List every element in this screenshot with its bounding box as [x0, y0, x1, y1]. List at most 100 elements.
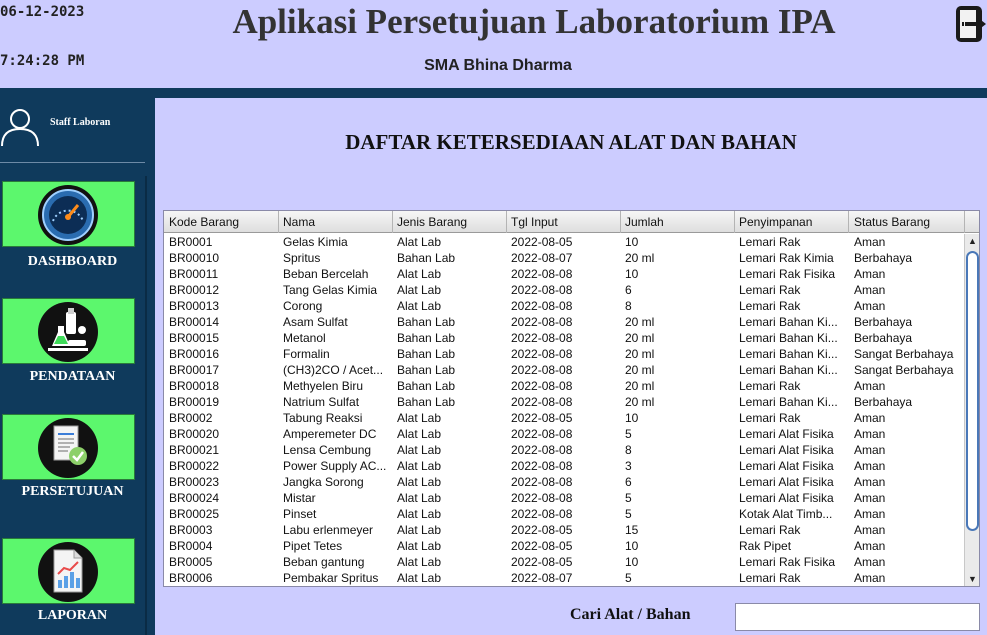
column-header-status-barang[interactable]: Status Barang: [849, 211, 965, 233]
table-scrollbar[interactable]: ▲ ▼: [964, 234, 979, 586]
cell-nama: Beban Bercelah: [283, 267, 369, 281]
table-row[interactable]: BR00010 Spritus Bahan Lab 2022-08-07 20 ml Le…: [164, 250, 964, 266]
table-row[interactable]: BR0004 Pipet Tetes Alat Lab 2022-08-05 10 Rak…: [164, 538, 964, 554]
cell-jenis-barang: Bahan Lab: [397, 379, 456, 393]
cell-status-barang: Aman: [854, 283, 886, 297]
cell-jumlah: 3: [625, 459, 632, 473]
cell-kode-barang: BR00018: [169, 379, 220, 393]
column-header-nama[interactable]: Nama: [278, 211, 393, 233]
column-header-kode-barang[interactable]: Kode Barang: [164, 211, 279, 233]
cell-penyimpanan: Lemari Alat Fisika: [739, 427, 834, 441]
table-row[interactable]: BR00019 Natrium Sulfat Bahan Lab 2022-08-08…: [164, 394, 964, 410]
cell-jumlah: 6: [625, 475, 632, 489]
cell-nama: Tang Gelas Kimia: [283, 283, 378, 297]
cell-status-barang: Aman: [854, 523, 886, 537]
cell-penyimpanan: Lemari Bahan Ki...: [739, 315, 838, 329]
cell-kode-barang: BR00015: [169, 331, 220, 345]
cell-kode-barang: BR00011: [169, 267, 219, 281]
cell-nama: Amperemeter DC: [283, 427, 377, 441]
pendataan-button[interactable]: [2, 298, 135, 364]
column-header-tgl-input[interactable]: Tgl Input: [506, 211, 621, 233]
scroll-down-arrow-icon[interactable]: ▼: [965, 572, 979, 586]
cell-nama: Lensa Cembung: [283, 443, 372, 457]
cell-jenis-barang: Alat Lab: [397, 427, 442, 441]
cell-status-barang: Aman: [854, 555, 886, 569]
cell-tgl-input: 2022-08-05: [511, 539, 573, 553]
user-role-label: Staff Laboran: [50, 117, 111, 128]
cell-tgl-input: 2022-08-08: [511, 395, 573, 409]
search-input[interactable]: [735, 603, 980, 631]
cell-nama: Natrium Sulfat: [283, 395, 360, 409]
cell-penyimpanan: Lemari Rak: [739, 283, 801, 297]
scrollbar-thumb[interactable]: [966, 251, 979, 531]
cell-nama: Methyelen Biru: [283, 379, 364, 393]
cell-kode-barang: BR0003: [169, 523, 213, 537]
scroll-up-arrow-icon[interactable]: ▲: [965, 234, 979, 248]
cell-kode-barang: BR00020: [169, 427, 220, 441]
table-row[interactable]: BR0003 Labu erlenmeyer Alat Lab 2022-08-05 1…: [164, 522, 964, 538]
logout-icon[interactable]: [955, 4, 987, 44]
cell-kode-barang: BR00012: [169, 283, 220, 297]
cell-kode-barang: BR00021: [169, 443, 220, 457]
report-chart-icon: [38, 542, 98, 602]
cell-jumlah: 5: [625, 571, 632, 585]
cell-status-barang: Aman: [854, 491, 886, 505]
cell-nama: Corong: [283, 299, 323, 313]
cell-status-barang: Berbahaya: [854, 251, 913, 265]
cell-tgl-input: 2022-08-08: [511, 363, 573, 377]
cell-kode-barang: BR00017: [169, 363, 220, 377]
cell-kode-barang: BR00023: [169, 475, 220, 489]
table-row[interactable]: BR00020 Amperemeter DC Alat Lab 2022-08-08 5…: [164, 426, 964, 442]
table-row[interactable]: BR00025 Pinset Alat Lab 2022-08-08 5 Kotak Al…: [164, 506, 964, 522]
table-row[interactable]: BR00015 Metanol Bahan Lab 2022-08-08 20 ml Le…: [164, 330, 964, 346]
table-row[interactable]: BR00012 Tang Gelas Kimia Alat Lab 2022-08-0…: [164, 282, 964, 298]
table-row[interactable]: BR00014 Asam Sulfat Bahan Lab 2022-08-08 20 …: [164, 314, 964, 330]
cell-nama: Mistar: [283, 491, 316, 505]
page-title: DAFTAR KETERSEDIAAN ALAT DAN BAHAN: [345, 130, 797, 154]
cell-tgl-input: 2022-08-08: [511, 507, 573, 521]
cell-status-barang: Aman: [854, 539, 886, 553]
table-row[interactable]: BR00017 (CH3)2CO / Acet... Bahan Lab 2022-0…: [164, 362, 964, 378]
cell-jenis-barang: Bahan Lab: [397, 363, 456, 377]
persetujuan-button[interactable]: [2, 414, 135, 480]
table-row[interactable]: BR00018 Methyelen Biru Bahan Lab 2022-08-08…: [164, 378, 964, 394]
cell-jumlah: 20 ml: [625, 395, 655, 409]
cell-penyimpanan: Lemari Rak Kimia: [739, 251, 834, 265]
table-row[interactable]: BR00021 Lensa Cembung Alat Lab 2022-08-08 8 L…: [164, 442, 964, 458]
cell-jumlah: 6: [625, 283, 632, 297]
cell-tgl-input: 2022-08-07: [511, 571, 573, 585]
table-row[interactable]: BR0001 Gelas Kimia Alat Lab 2022-08-05 10 Lem…: [164, 234, 964, 250]
table-row[interactable]: BR00013 Corong Alat Lab 2022-08-08 8 Lemari R…: [164, 298, 964, 314]
cell-jumlah: 20 ml: [625, 331, 655, 345]
cell-status-barang: Aman: [854, 235, 886, 249]
cell-penyimpanan: Lemari Bahan Ki...: [739, 331, 838, 345]
cell-kode-barang: BR00022: [169, 459, 220, 473]
table-row[interactable]: BR00024 Mistar Alat Lab 2022-08-08 5 Lemari A…: [164, 490, 964, 506]
column-header-penyimpanan[interactable]: Penyimpanan: [734, 211, 849, 233]
cell-jumlah: 20 ml: [625, 363, 655, 377]
cell-tgl-input: 2022-08-08: [511, 315, 573, 329]
cell-kode-barang: BR0006: [169, 571, 213, 585]
cell-nama: Tabung Reaksi: [283, 411, 363, 425]
table-row[interactable]: BR00023 Jangka Sorong Alat Lab 2022-08-08 6 L…: [164, 474, 964, 490]
table-row[interactable]: BR0006 Pembakar Spritus Alat Lab 2022-08-07…: [164, 570, 964, 586]
cell-jumlah: 5: [625, 507, 632, 521]
table-row[interactable]: BR00011 Beban Bercelah Alat Lab 2022-08-08 1…: [164, 266, 964, 282]
table-body: BR0001 Gelas Kimia Alat Lab 2022-08-05 10 Lem…: [164, 234, 964, 586]
table-row[interactable]: BR00022 Power Supply AC... Alat Lab 2022-08…: [164, 458, 964, 474]
table-row[interactable]: BR00016 Formalin Bahan Lab 2022-08-08 20 ml L…: [164, 346, 964, 362]
cell-penyimpanan: Kotak Alat Timb...: [739, 507, 833, 521]
cell-kode-barang: BR00013: [169, 299, 220, 313]
cell-tgl-input: 2022-08-08: [511, 491, 573, 505]
cell-penyimpanan: Lemari Alat Fisika: [739, 459, 834, 473]
dashboard-button[interactable]: [2, 181, 135, 247]
laporan-button[interactable]: [2, 538, 135, 604]
cell-penyimpanan: Lemari Alat Fisika: [739, 443, 834, 457]
column-header-jenis-barang[interactable]: Jenis Barang: [392, 211, 507, 233]
cell-kode-barang: BR00025: [169, 507, 220, 521]
table-row[interactable]: BR0005 Beban gantung Alat Lab 2022-08-05 10 L…: [164, 554, 964, 570]
cell-jenis-barang: Alat Lab: [397, 523, 442, 537]
table-row[interactable]: BR0002 Tabung Reaksi Alat Lab 2022-08-05 10 L…: [164, 410, 964, 426]
cell-tgl-input: 2022-08-08: [511, 427, 573, 441]
column-header-jumlah[interactable]: Jumlah: [620, 211, 735, 233]
